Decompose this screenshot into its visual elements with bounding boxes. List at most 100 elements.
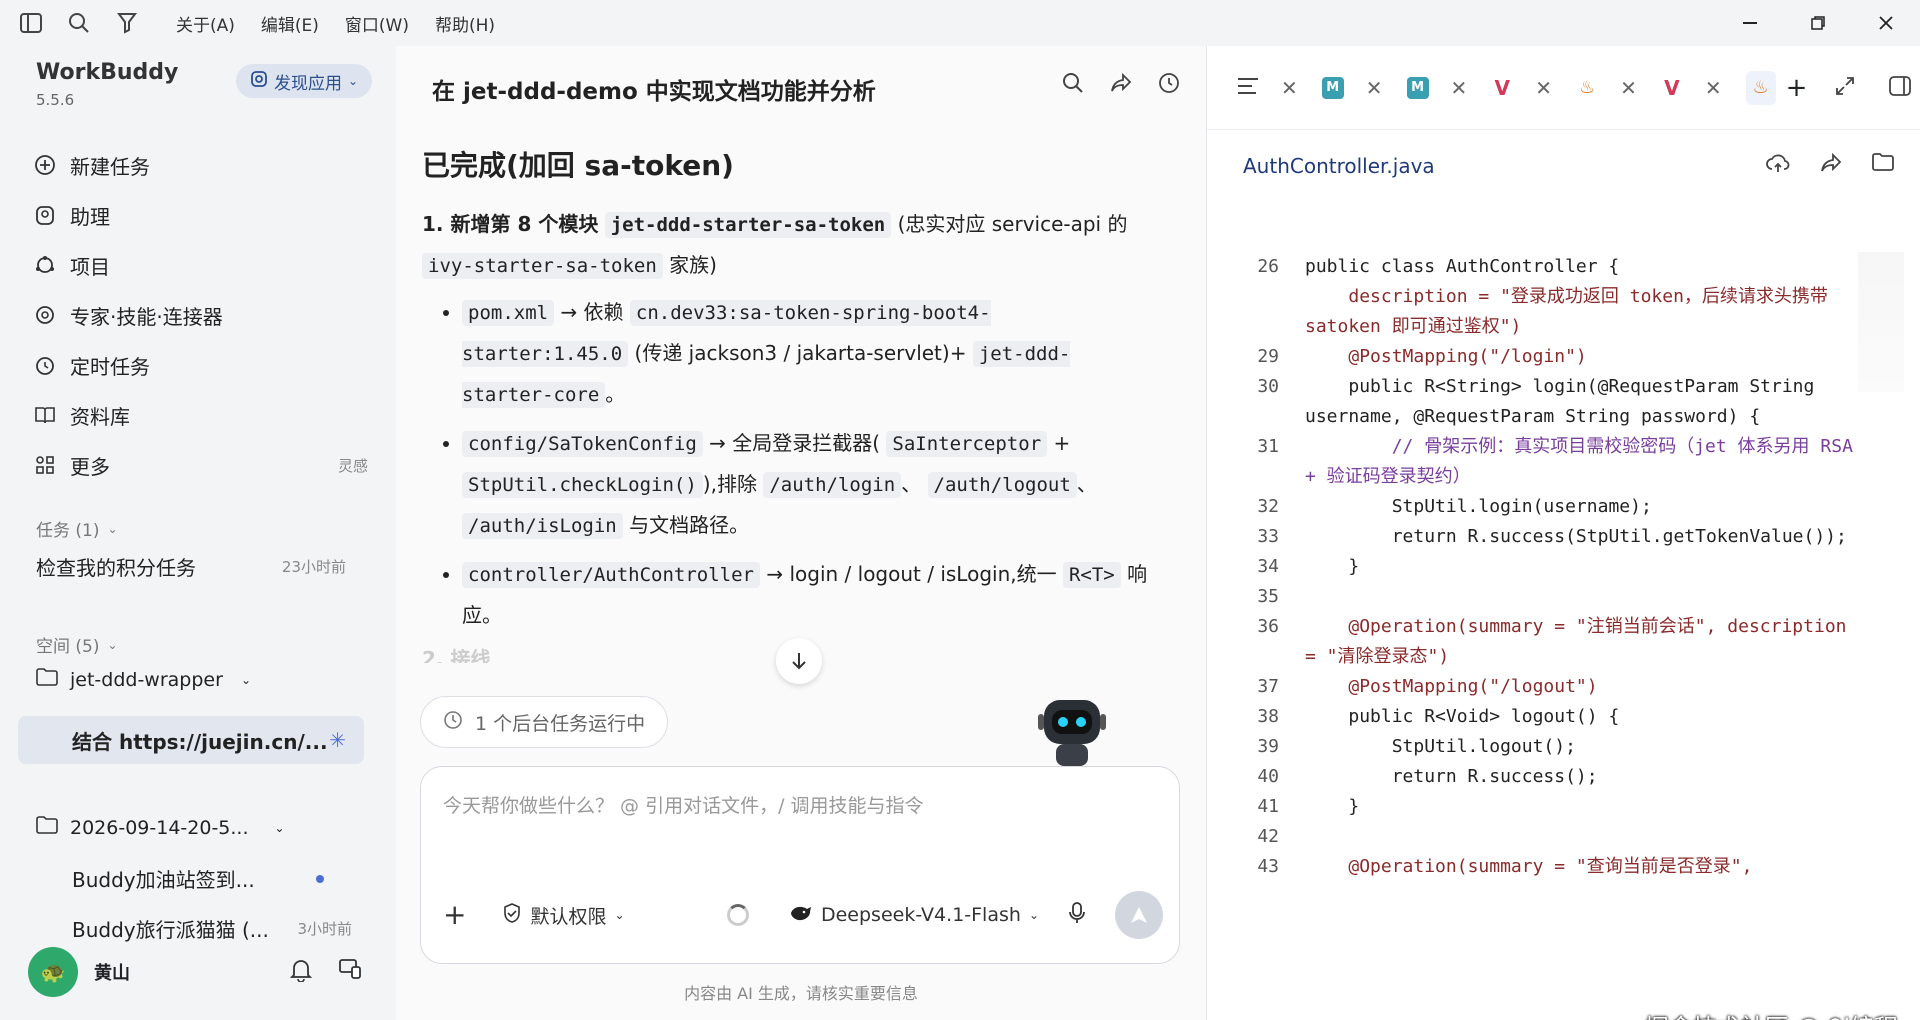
tab-outline[interactable]: ✕: [1237, 76, 1298, 100]
code-line: 26 public class AuthController {: [1207, 252, 1887, 282]
code-line: 40 return R.success();: [1207, 762, 1887, 792]
spaces-section-header[interactable]: 空间 (5) ⌄: [36, 632, 118, 657]
microphone-icon[interactable]: [1069, 901, 1085, 929]
permission-dropdown[interactable]: 默认权限 ⌄: [502, 902, 625, 929]
share-icon[interactable]: [1820, 152, 1842, 178]
nav-experts[interactable]: 专家·技能·连接器: [32, 290, 372, 340]
list-item: pom.xml → 依赖 cn.dev33:sa-token-spring-bo…: [462, 292, 1152, 415]
discover-apps-button[interactable]: 发现应用 ⌄: [236, 64, 373, 98]
tab-markdown-1[interactable]: M ✕: [1321, 76, 1383, 100]
tab-vue-2[interactable]: V ✕: [1661, 76, 1722, 100]
space-item-label: Buddy加油站签到...: [72, 868, 255, 892]
text: 、: [901, 472, 922, 496]
line-number: 42: [1257, 826, 1279, 847]
bell-icon[interactable]: [289, 958, 313, 986]
close-window-button[interactable]: [1852, 0, 1920, 46]
shield-check-icon: [502, 902, 522, 929]
clock-icon: [443, 710, 463, 735]
nav-projects[interactable]: 项目: [32, 240, 372, 290]
minimize-button[interactable]: [1716, 0, 1784, 46]
menu-window[interactable]: 窗口(W): [345, 11, 409, 36]
tab-vue-1[interactable]: V ✕: [1491, 75, 1553, 100]
model-label: Deepseek-V4.1-Flash: [820, 904, 1021, 926]
nav-library[interactable]: 资料库: [32, 390, 372, 440]
code-line: 29 @PostMapping("/login"): [1207, 342, 1887, 372]
scroll-down-button[interactable]: [776, 638, 822, 684]
space-item[interactable]: Buddy旅行派猫猫 (... 3小时前: [72, 914, 352, 943]
background-task-pill[interactable]: 1 个后台任务运行中: [420, 696, 669, 748]
space-item-label: Buddy旅行派猫猫 (...: [72, 918, 269, 942]
close-icon[interactable]: ✕: [1451, 76, 1468, 100]
line-number: 31: [1257, 436, 1279, 457]
folder-open-icon[interactable]: [1872, 152, 1894, 178]
tab-java-active[interactable]: ♨: [1745, 70, 1776, 105]
search-icon[interactable]: [1062, 72, 1084, 98]
task-item[interactable]: 检查我的积分任务 23小时前: [36, 552, 346, 581]
inline-code: pom.xml: [462, 300, 555, 326]
new-tab-icon[interactable]: +: [1786, 73, 1808, 103]
nav-new-task[interactable]: 新建任务: [32, 140, 372, 190]
nav-assistant[interactable]: 助理: [32, 190, 372, 240]
code-line: 43 @Operation(summary = "查询当前是否登录",: [1207, 852, 1887, 882]
text: → 依赖: [560, 300, 624, 324]
close-icon[interactable]: ✕: [1705, 76, 1722, 100]
code-minimap[interactable]: [1858, 252, 1904, 392]
space-folder-2026[interactable]: 2026-09-14-20-5... ⌄: [36, 816, 366, 839]
tasks-section-header[interactable]: 任务 (1) ⌄: [36, 516, 118, 541]
tasks-header-label: 任务 (1): [36, 521, 100, 541]
code-line: 35: [1207, 582, 1887, 612]
model-selector[interactable]: Deepseek-V4.1-Flash ⌄: [789, 903, 1039, 928]
menu-edit[interactable]: 编辑(E): [261, 11, 319, 36]
expand-icon[interactable]: [1835, 76, 1855, 100]
code-text: StpUtil.logout();: [1305, 736, 1576, 757]
space-folder-jet-ddd-wrapper[interactable]: jet-ddd-wrapper ⌄: [36, 668, 366, 691]
nav-list: 新建任务 助理 项目 专家·技能·连接器 定时任务 资料库 更多 灵感: [32, 140, 372, 490]
device-icon[interactable]: [338, 958, 362, 986]
space-item[interactable]: Buddy加油站签到...: [72, 864, 352, 893]
nav-more[interactable]: 更多 灵感: [32, 440, 372, 490]
menu-help[interactable]: 帮助(H): [435, 11, 495, 36]
watermark: 掘金技术社区 @ 9i编程: [1645, 1008, 1898, 1020]
text: (忠实对应 service-api 的: [897, 212, 1128, 236]
restore-button[interactable]: [1784, 0, 1852, 46]
message-heading: 已完成(加回 sa-token): [422, 149, 734, 182]
add-attachment-button[interactable]: +: [443, 901, 466, 929]
chat-input[interactable]: [443, 791, 1143, 851]
code-line: 30 public R<String> login(@RequestParam …: [1207, 372, 1887, 432]
code-view[interactable]: 26 public class AuthController { descript…: [1207, 252, 1887, 882]
nav-scheduled[interactable]: 定时任务: [32, 340, 372, 390]
user-name[interactable]: 黄山: [94, 959, 130, 985]
menu-about[interactable]: 关于(A): [176, 11, 235, 36]
inspiration-label[interactable]: 灵感: [338, 455, 368, 476]
nav-label: 助理: [70, 204, 110, 229]
panel-toggle-icon[interactable]: [1889, 75, 1912, 100]
close-icon[interactable]: ✕: [1366, 76, 1383, 100]
space-item-active[interactable]: 结合 https://juejin.cn/... ✳: [18, 716, 364, 764]
share-icon[interactable]: [1110, 72, 1132, 98]
folder-icon: [36, 668, 58, 691]
filter-icon[interactable]: [114, 10, 140, 36]
upload-icon[interactable]: [1766, 152, 1790, 178]
avatar[interactable]: 🐢: [28, 947, 78, 997]
close-icon[interactable]: ✕: [1535, 76, 1552, 100]
list-icon: [1237, 77, 1259, 99]
line-number: 30: [1257, 376, 1279, 397]
code-text: public R<Void> logout() {: [1305, 706, 1620, 727]
tab-markdown-2[interactable]: M ✕: [1406, 76, 1468, 100]
search-icon[interactable]: [66, 10, 92, 36]
nav-label: 资料库: [70, 404, 130, 429]
spaces-header-label: 空间 (5): [36, 637, 100, 657]
line-number: 35: [1257, 586, 1279, 607]
tab-java-1[interactable]: ♨ ✕: [1576, 76, 1637, 100]
title-bar: 关于(A) 编辑(E) 窗口(W) 帮助(H): [0, 0, 1920, 46]
chevron-down-icon: ⌄: [107, 521, 118, 536]
history-icon[interactable]: [1158, 72, 1180, 98]
send-button[interactable]: [1115, 891, 1163, 939]
inline-code: ivy-starter-sa-token: [422, 253, 663, 279]
close-icon[interactable]: ✕: [1281, 76, 1298, 100]
inline-code: SaInterceptor: [886, 431, 1048, 457]
vue-file-icon: V: [1494, 75, 1511, 100]
code-text: // 骨架示例：真实项目需校验密码（jet 体系另用 RSA + 验证码登录契约…: [1305, 436, 1864, 487]
sidebar-toggle-icon[interactable]: [18, 10, 44, 36]
close-icon[interactable]: ✕: [1620, 76, 1637, 100]
